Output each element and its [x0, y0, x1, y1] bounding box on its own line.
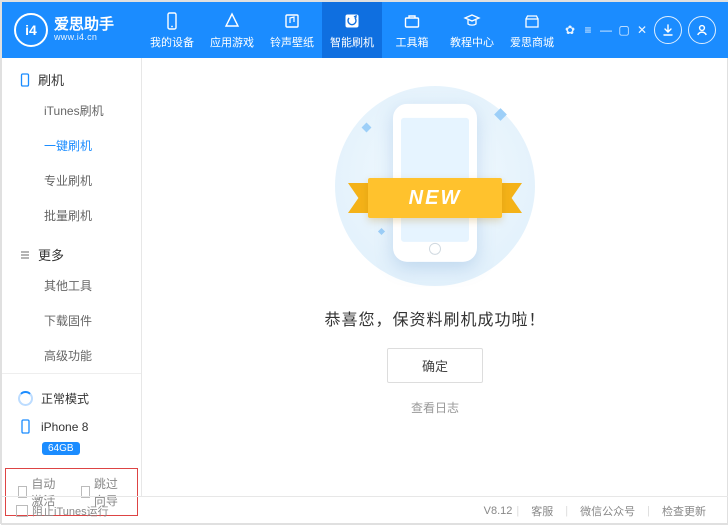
tab-label: 教程中心	[450, 34, 494, 50]
sidebar: 刷机 iTunes刷机 一键刷机 专业刷机 批量刷机 更多 其他工具 下载固件 …	[2, 58, 142, 496]
user-icon	[695, 23, 709, 37]
new-ribbon: NEW	[350, 174, 520, 222]
tab-label: 爱思商城	[510, 34, 554, 50]
sidebar-group-flash: 刷机	[2, 58, 141, 93]
sidebar-item-download-firmware[interactable]: 下载固件	[2, 303, 141, 338]
sidebar-item-advanced[interactable]: 高级功能	[2, 338, 141, 373]
tab-label: 智能刷机	[330, 34, 374, 50]
maximize-icon[interactable]: ▢	[618, 24, 630, 36]
ringtone-icon	[282, 11, 302, 31]
store-icon	[522, 11, 542, 31]
tab-tutorial[interactable]: 教程中心	[442, 2, 502, 58]
capacity-badge: 64GB	[42, 442, 80, 455]
minimize-icon[interactable]: ―	[600, 24, 612, 36]
window-controls: ✿ ≡ ― ▢ ✕	[564, 24, 648, 36]
view-log-link[interactable]: 查看日志	[411, 399, 459, 416]
status-bar: 阻止iTunes运行 V8.12 | 客服 | 微信公众号 | 检查更新	[2, 496, 728, 524]
support-link[interactable]: 客服	[531, 503, 553, 519]
sidebar-item-itunes-flash[interactable]: iTunes刷机	[2, 93, 141, 128]
brand-logo: i4 爱思助手 www.i4.cn	[14, 13, 142, 47]
sidebar-device-panel: 正常模式 iPhone 8 64GB	[2, 373, 141, 465]
flash-icon	[342, 11, 362, 31]
wechat-link[interactable]: 微信公众号	[580, 503, 635, 519]
toolbox-icon	[402, 11, 422, 31]
success-illustration: NEW	[335, 86, 535, 286]
tab-label: 我的设备	[150, 34, 194, 50]
phone-icon	[18, 419, 33, 434]
confirm-button[interactable]: 确定	[387, 348, 483, 383]
tab-apps[interactable]: 应用游戏	[202, 2, 262, 58]
logo-icon: i4	[14, 13, 48, 47]
version-label: V8.12	[484, 505, 513, 517]
menu-icon[interactable]: ≡	[582, 24, 594, 36]
app-header: i4 爱思助手 www.i4.cn 我的设备 应用游戏 铃声壁纸 智能刷机 工具…	[2, 2, 728, 58]
tab-my-device[interactable]: 我的设备	[142, 2, 202, 58]
phone-icon	[18, 73, 32, 87]
mode-label: 正常模式	[41, 390, 89, 407]
device-name: iPhone 8	[41, 420, 88, 434]
check-update-link[interactable]: 检查更新	[662, 503, 706, 519]
more-icon	[18, 248, 32, 262]
checkbox-icon	[16, 505, 28, 517]
sidebar-item-batch-flash[interactable]: 批量刷机	[2, 198, 141, 233]
device-icon	[162, 11, 182, 31]
sidebar-item-other-tools[interactable]: 其他工具	[2, 268, 141, 303]
device-mode[interactable]: 正常模式	[18, 384, 129, 413]
checkbox-label: 阻止iTunes运行	[32, 503, 109, 519]
spinner-icon	[18, 391, 33, 406]
theme-icon[interactable]: ✿	[564, 24, 576, 36]
tab-label: 铃声壁纸	[270, 34, 314, 50]
download-icon	[661, 23, 675, 37]
tab-ringtones[interactable]: 铃声壁纸	[262, 2, 322, 58]
main-content: NEW 恭喜您，保资料刷机成功啦！ 确定 查看日志	[142, 58, 728, 496]
download-button[interactable]	[654, 16, 682, 44]
close-icon[interactable]: ✕	[636, 24, 648, 36]
tutorial-icon	[462, 11, 482, 31]
top-tabs: 我的设备 应用游戏 铃声壁纸 智能刷机 工具箱 教程中心 爱思商城	[142, 2, 564, 58]
tab-store[interactable]: 爱思商城	[502, 2, 562, 58]
brand-name: 爱思助手	[54, 17, 114, 34]
brand-url: www.i4.cn	[54, 33, 114, 43]
tab-flash[interactable]: 智能刷机	[322, 2, 382, 58]
sidebar-item-oneclick-flash[interactable]: 一键刷机	[2, 128, 141, 163]
device-name-row[interactable]: iPhone 8	[18, 413, 129, 440]
group-title: 刷机	[38, 70, 64, 89]
tab-label: 工具箱	[396, 34, 429, 50]
sidebar-group-more: 更多	[2, 233, 141, 268]
user-button[interactable]	[688, 16, 716, 44]
ribbon-text: NEW	[368, 178, 502, 218]
tab-label: 应用游戏	[210, 34, 254, 50]
success-message: 恭喜您，保资料刷机成功啦！	[324, 306, 545, 330]
apps-icon	[222, 11, 242, 31]
tab-toolbox[interactable]: 工具箱	[382, 2, 442, 58]
checkbox-block-itunes[interactable]: 阻止iTunes运行	[16, 503, 109, 519]
sidebar-item-pro-flash[interactable]: 专业刷机	[2, 163, 141, 198]
group-title: 更多	[38, 245, 64, 264]
